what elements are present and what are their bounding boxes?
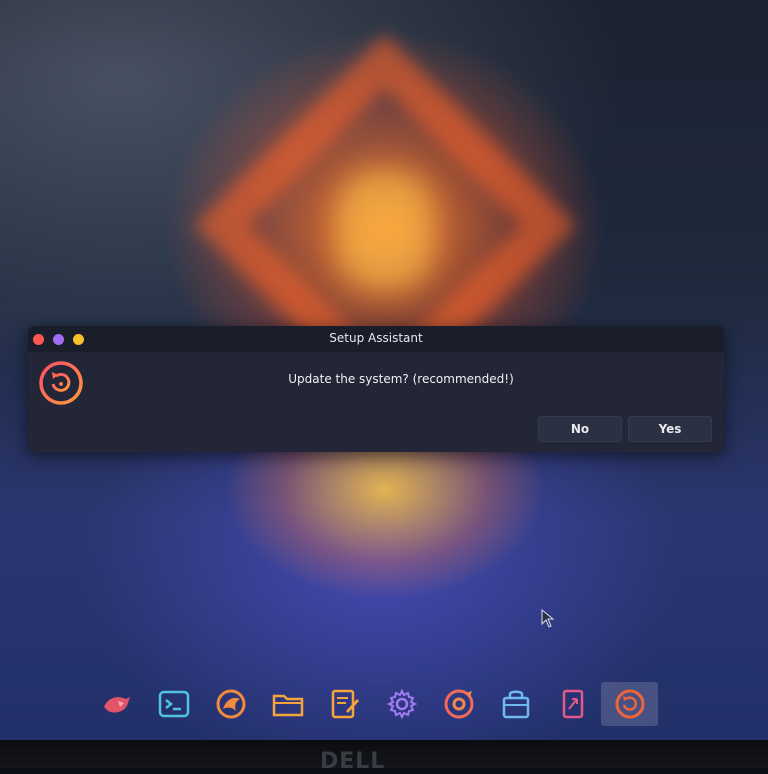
folder-icon [272,694,303,717]
timeshift-icon [444,689,473,719]
dock-item-terminal[interactable] [145,682,202,726]
dock-item-browser[interactable] [202,682,259,726]
mouse-pointer-icon [541,609,555,628]
installer-icon [562,689,583,719]
dock-item-eagle[interactable] [88,682,145,726]
setup-assistant-icon [615,689,644,719]
store-bag-icon [502,690,529,719]
yes-button[interactable]: Yes [628,416,712,442]
dock-item-store[interactable] [487,682,544,726]
dock-item-settings[interactable] [373,682,430,726]
monitor-brand-logo: DELL [320,749,386,774]
settings-gear-icon [386,688,417,720]
dock-item-installer[interactable] [544,682,601,726]
dock-item-timeshift[interactable] [430,682,487,726]
no-button[interactable]: No [538,416,622,442]
dock-item-files[interactable] [259,682,316,726]
text-editor-icon [331,689,359,719]
dock [88,682,658,726]
wallpaper-glow [335,170,435,290]
dialog-title: Setup Assistant [329,331,423,345]
dock-item-editor[interactable] [316,682,373,726]
dialog-message: Update the system? (recommended!) [288,372,514,386]
dialog-titlebar[interactable]: Setup Assistant [28,326,724,352]
desktop: Setup Assistant Update the system? (reco… [0,0,768,740]
browser-icon [216,689,245,719]
eagle-app-icon [103,697,130,713]
setup-assistant-dialog: Setup Assistant Update the system? (reco… [28,326,724,452]
terminal-icon [158,690,189,718]
dock-item-setup-assistant[interactable] [601,682,658,726]
